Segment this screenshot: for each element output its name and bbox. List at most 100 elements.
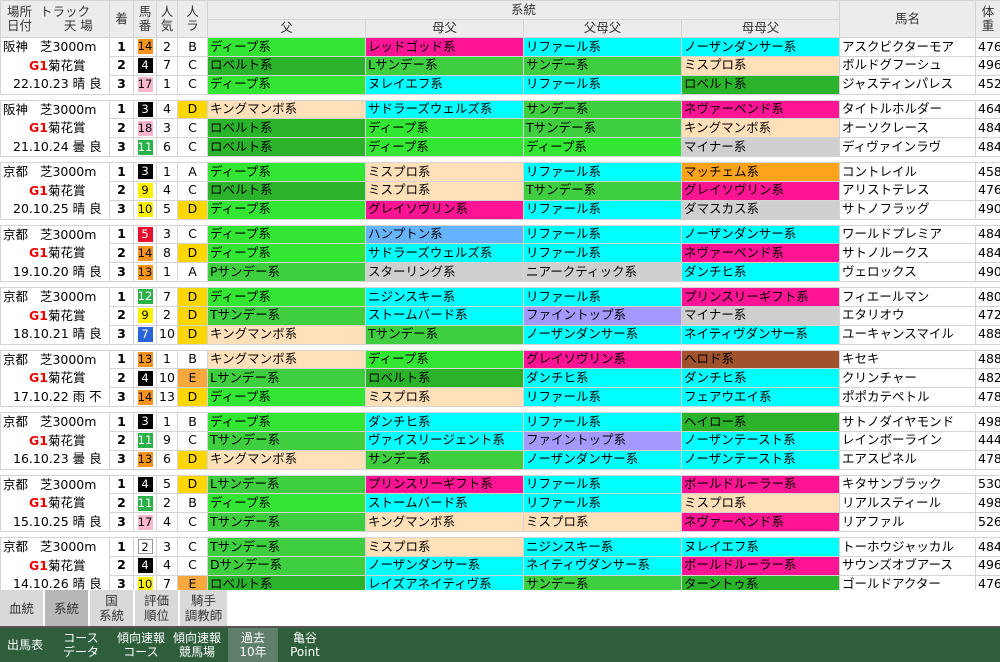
finish-position: 3 [109, 74, 134, 95]
horse-name[interactable]: ボルドグフーシュ [839, 55, 977, 76]
sire-damsire-line: ファイントップ系 [523, 430, 682, 451]
sub-tab-3[interactable]: 評価 順位 [135, 590, 179, 626]
sire-damsire-line: リファール系 [523, 474, 682, 495]
table-row[interactable]: 3 7 10 D キングマンボ系 Tサンデー系 ノーザンダンサー系 ネイティヴダンサー系 ユーキ… [1, 324, 1000, 345]
sub-tab-0[interactable]: 血統 [0, 590, 44, 626]
horse-name[interactable]: クリンチャー [839, 368, 977, 389]
race-info[interactable]: 京都 芝3000m G1菊花賞 16.10.23 曇 良 [0, 412, 110, 470]
dam-damsire-line: マイナー系 [680, 137, 841, 157]
horse-name[interactable]: コントレイル [839, 162, 977, 182]
table-row[interactable]: 3 13 6 D キングマンボ系 サンデー系 ノーザンダンサー系 ノーザンテースト系 エアスピネ… [1, 449, 1000, 470]
race-distance: 芝3000m [39, 351, 97, 367]
table-row[interactable]: 阪神 芝3000m G1菊花賞 21.10.24 曇 良 1 3 4 D キングマンボ系 サドラ… [0, 99, 1000, 157]
rank-grade: C [177, 224, 208, 245]
horse-name[interactable]: フィエールマン [839, 287, 977, 307]
dam-damsire-line: ノーザンテースト系 [680, 430, 841, 451]
horse-name[interactable]: ポポカテペトル [839, 387, 977, 407]
main-tab-0[interactable]: 出馬表 [0, 628, 50, 662]
main-tab-1[interactable]: コース データ [52, 628, 110, 662]
sire-line: ディープ系 [207, 493, 366, 514]
race-info[interactable]: 京都 芝3000m G1菊花賞 14.10.26 晴 良 [0, 537, 110, 595]
horse-name[interactable]: トーホウジャッカル [839, 537, 977, 557]
race-title: 菊花賞 [47, 307, 86, 323]
horse-weight: 530 [975, 474, 1000, 495]
horse-name[interactable]: ジャスティンパレス [839, 74, 977, 95]
horse-name[interactable]: キセキ [839, 349, 977, 370]
sub-tab-4[interactable]: 騎手 調教師 [180, 590, 228, 626]
horse-name[interactable]: ヴェロックス [839, 262, 977, 282]
table-row[interactable]: 京都 芝3000m G1菊花賞 14.10.26 晴 良 1 2 3 C Tサンデー系 ミスプロ… [0, 537, 1000, 595]
dam-damsire-line: ダンチヒ系 [680, 262, 841, 282]
sub-tab-2[interactable]: 国系統 [90, 590, 134, 626]
table-row[interactable]: 2 9 2 D Tサンデー系 ストームバード系 ファイントップ系 マイナー系 エタリオウ 472 [1, 305, 1000, 326]
main-tab-bar: 出馬表 コース データ 傾向速報 コース 傾向速報 競馬場 過去 10年 亀谷 Point [0, 626, 1000, 662]
horse-name[interactable]: サトノダイヤモンド [839, 412, 977, 432]
table-row[interactable]: 3 17 4 C Tサンデー系 キングマンボ系 ミスプロ系 ネヴァーベンド系 リアファル 526 [1, 512, 1000, 532]
race-info[interactable]: 京都 芝3000m G1菊花賞 20.10.25 晴 良 [0, 162, 110, 220]
horse-name[interactable]: タイトルホルダー [839, 99, 977, 120]
table-row[interactable]: 阪神 芝3000m G1菊花賞 22.10.23 晴 良 1 14 2 B ディープ系 レッドゴ… [0, 37, 1000, 95]
horse-name[interactable]: エタリオウ [839, 305, 977, 326]
dam-sire-line: ストームバード系 [365, 305, 524, 326]
horse-name[interactable]: サウンズオブアース [839, 555, 977, 576]
dam-sire-line: ディープ系 [365, 349, 524, 370]
horse-name[interactable]: アリストテレス [839, 180, 977, 201]
sire-line: Lサンデー系 [207, 368, 366, 389]
table-row[interactable]: 京都 芝3000m G1菊花賞 19.10.20 晴 良 1 5 3 C ディープ系 ハンプトン… [0, 224, 1000, 282]
horse-name[interactable]: サトノルークス [839, 243, 977, 264]
table-row[interactable]: 2 9 4 C ロベルト系 ミスプロ系 Tサンデー系 グレイソヴリン系 アリストテレス 476 [1, 180, 1000, 201]
table-row[interactable]: 京都 芝3000m G1菊花賞 20.10.25 晴 良 1 3 1 A ディープ系 ミスプロ系… [0, 162, 1000, 220]
horse-name[interactable]: アスクビクターモア [839, 37, 977, 57]
table-row[interactable]: 3 10 5 D ディープ系 グレイソヴリン系 リファール系 ダマスカス系 サトノフラッグ 490 [1, 199, 1000, 220]
table-row[interactable]: 京都 芝3000m G1菊花賞 15.10.25 晴 良 1 4 5 D Lサンデー系 プリンス… [0, 474, 1000, 532]
table-row[interactable]: 2 14 8 D ディープ系 サドラーズウェルズ系 リファール系 ネヴァーベンド系 サトノルーク… [1, 243, 1000, 264]
finish-position: 1 [109, 537, 134, 557]
race-title: 菊花賞 [47, 57, 86, 73]
main-tab-3[interactable]: 傾向速報 競馬場 [168, 628, 226, 662]
main-tab-label2: Point [290, 645, 320, 659]
race-info[interactable]: 阪神 芝3000m G1菊花賞 21.10.24 曇 良 [0, 99, 110, 157]
main-tab-label2: データ [62, 645, 99, 659]
table-row[interactable]: 2 4 4 C Dサンデー系 ノーザンダンサー系 ネイティヴダンサー系 ボールドルーラー系 サウ… [1, 555, 1000, 576]
table-row[interactable]: 3 11 6 C ロベルト系 ディープ系 ディープ系 マイナー系 ディヴァインラヴ 484 [1, 137, 1000, 157]
horse-name[interactable]: キタサンブラック [839, 474, 977, 495]
race-info[interactable]: 阪神 芝3000m G1菊花賞 22.10.23 晴 良 [0, 37, 110, 95]
race-info[interactable]: 京都 芝3000m G1菊花賞 17.10.22 雨 不 [0, 349, 110, 407]
horse-name[interactable]: ユーキャンスマイル [839, 324, 977, 345]
finish-position: 2 [109, 555, 134, 576]
horse-name[interactable]: レインボーライン [839, 430, 977, 451]
finish-position: 2 [109, 493, 134, 514]
table-row[interactable]: 3 13 1 A Pサンデー系 スターリング系 ニアークティック系 ダンチヒ系 ヴェロックス 49… [1, 262, 1000, 282]
main-tab-4[interactable]: 過去 10年 [228, 628, 278, 662]
horse-name[interactable]: サトノフラッグ [839, 199, 977, 220]
horse-name[interactable]: エアスピネル [839, 449, 977, 470]
main-tab-5[interactable]: 亀谷 Point [280, 628, 330, 662]
table-row[interactable]: 2 4 7 C ロベルト系 Lサンデー系 サンデー系 ミスプロ系 ボルドグフーシュ 496 [1, 55, 1000, 76]
main-tab-label2: コース [123, 645, 159, 659]
sub-tab-1[interactable]: 系統 [45, 590, 89, 626]
sire-line: ディープ系 [207, 199, 366, 220]
horse-name[interactable]: オーソクレース [839, 118, 977, 139]
table-row[interactable]: 京都 芝3000m G1菊花賞 18.10.21 晴 良 1 12 7 D ディープ系 ニジンス… [0, 287, 1000, 345]
race-info[interactable]: 京都 芝3000m G1菊花賞 15.10.25 晴 良 [0, 474, 110, 532]
table-row[interactable]: 2 4 10 E Lサンデー系 ロベルト系 ダンチヒ系 ダンチヒ系 クリンチャー 482 [1, 368, 1000, 389]
horse-name[interactable]: ワールドプレミア [839, 224, 977, 245]
table-row[interactable]: 3 14 13 D ディープ系 ミスプロ系 リファール系 フェアウエイ系 ポポカテペトル 478 [1, 387, 1000, 407]
horse-weight: 488 [975, 349, 1000, 370]
race-weather: 晴 [72, 263, 86, 279]
race-info[interactable]: 京都 芝3000m G1菊花賞 18.10.21 晴 良 [0, 287, 110, 345]
table-row[interactable]: 3 17 1 C ディープ系 ヌレイエフ系 リファール系 ロベルト系 ジャスティンパレス 452 [1, 74, 1000, 95]
horse-name[interactable]: リアファル [839, 512, 977, 532]
table-row[interactable]: 2 11 2 B ディープ系 ストームバード系 リファール系 ミスプロ系 リアルスティール 498 [1, 493, 1000, 514]
race-info[interactable]: 京都 芝3000m G1菊花賞 19.10.20 晴 良 [0, 224, 110, 282]
main-tab-2[interactable]: 傾向速報 コース [112, 628, 170, 662]
race-title: 菊花賞 [47, 432, 86, 448]
rank-grade: C [177, 137, 208, 157]
horse-name[interactable]: ディヴァインラヴ [839, 137, 977, 157]
horse-name[interactable]: リアルスティール [839, 493, 977, 514]
table-row[interactable]: 2 11 9 C Tサンデー系 ヴァイスリージェント系 ファイントップ系 ノーザンテースト系レ… [1, 430, 1000, 451]
table-row[interactable]: 京都 芝3000m G1菊花賞 17.10.22 雨 不 1 13 1 B キングマンボ系 ディ… [0, 349, 1000, 407]
table-row[interactable]: 京都 芝3000m G1菊花賞 16.10.23 曇 良 1 3 1 B ディープ系 ダンチヒ系… [0, 412, 1000, 470]
table-row[interactable]: 2 18 3 C ロベルト系 ディープ系 Tサンデー系 キングマンボ系 オーソクレース 484 [1, 118, 1000, 139]
horse-number-badge: 11 [137, 139, 153, 155]
